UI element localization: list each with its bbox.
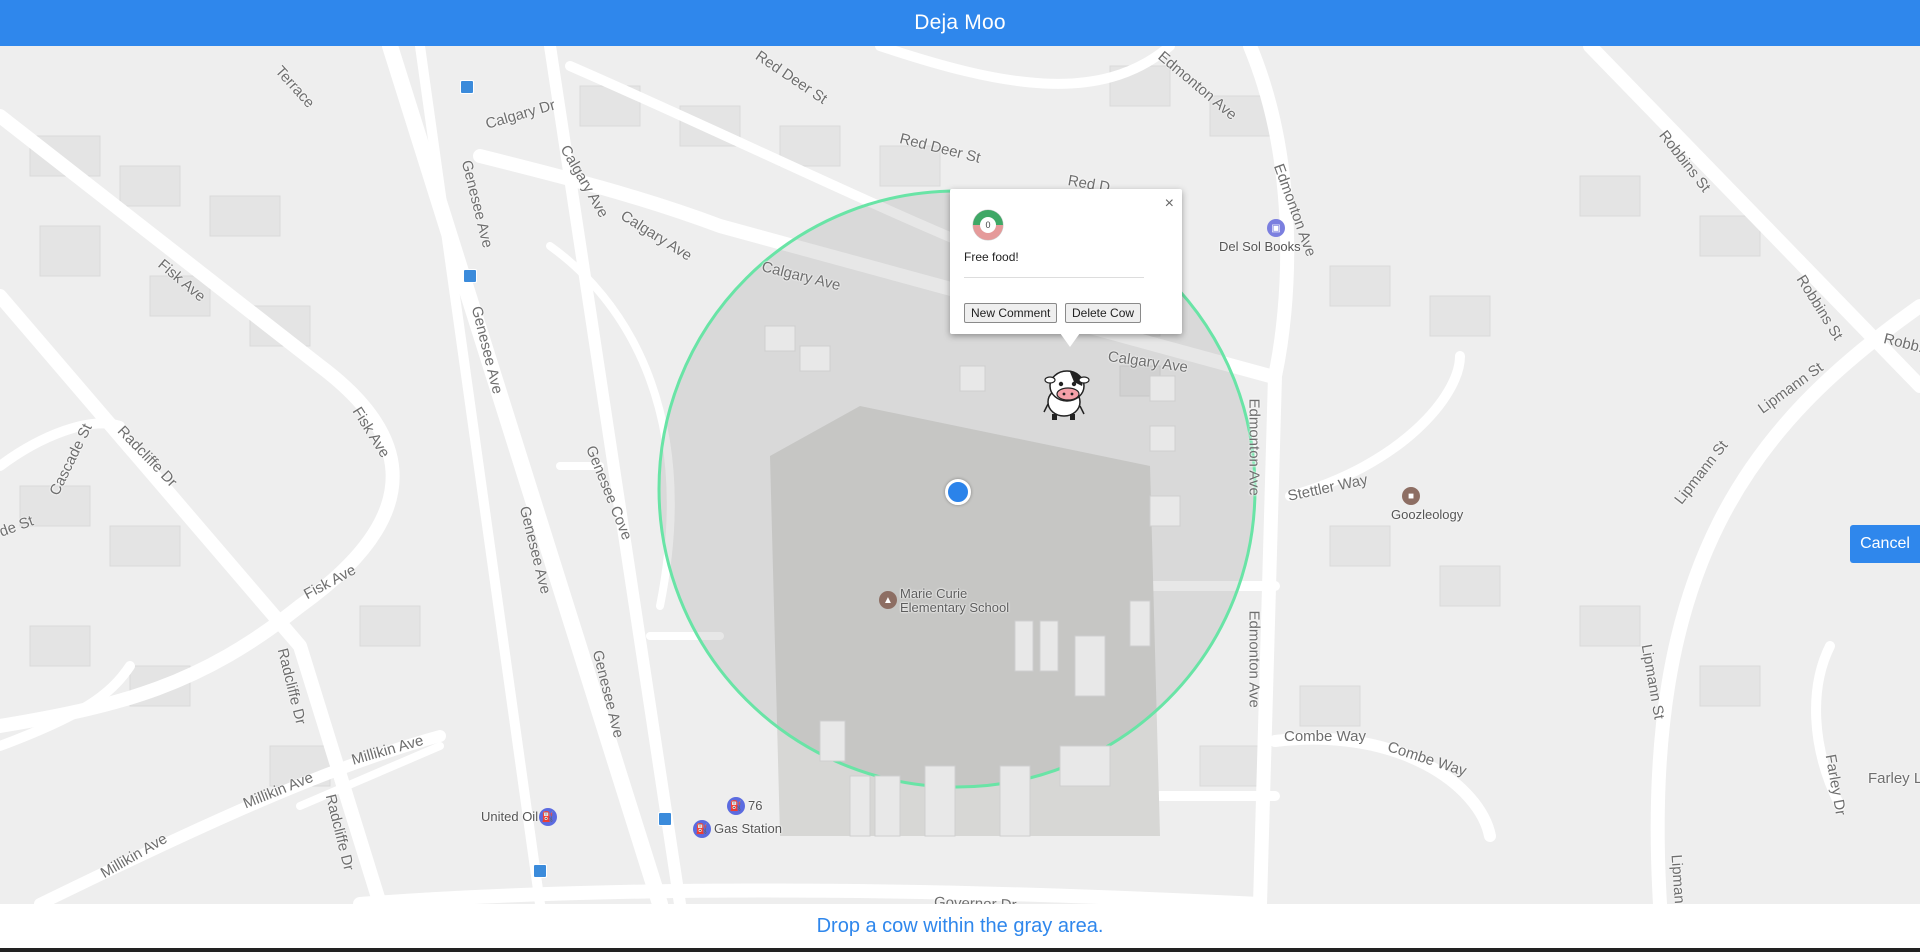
close-icon[interactable]: × xyxy=(1165,195,1174,213)
poi-goozleology[interactable]: Goozleology xyxy=(1391,508,1463,522)
instruction-bar: Drop a cow within the gray area. xyxy=(0,904,1920,948)
transit-stop-icon[interactable] xyxy=(658,812,672,826)
transit-stop-icon[interactable] xyxy=(463,269,477,283)
poi-school-name-line1[interactable]: Marie Curie xyxy=(900,587,967,601)
delete-cow-button[interactable]: Delete Cow xyxy=(1065,303,1142,323)
app-root: Deja Moo Terrace Calgary Dr Red Deer St … xyxy=(0,0,1920,952)
cancel-button[interactable]: Cancel xyxy=(1850,525,1920,563)
map-canvas[interactable]: Terrace Calgary Dr Red Deer St Red Deer … xyxy=(0,46,1920,904)
cow-info-window: × 0 Free food! New Comment Delete Cow xyxy=(950,189,1182,347)
avatar-count: 0 xyxy=(985,220,990,230)
street-network xyxy=(0,46,1920,904)
education-icon[interactable]: ■ xyxy=(1402,487,1420,505)
street-label: Edmonton Ave xyxy=(1245,398,1263,496)
gas-station-icon[interactable]: ⛽ xyxy=(693,820,711,838)
bottom-edge xyxy=(0,948,1920,952)
info-window-pointer xyxy=(1060,333,1080,347)
cow-marker-icon[interactable] xyxy=(1034,362,1096,424)
app-header: Deja Moo xyxy=(0,0,1920,46)
street-label: Edmonton Ave xyxy=(1245,610,1263,708)
instruction-text: Drop a cow within the gray area. xyxy=(816,914,1104,937)
poi-united-oil[interactable]: United Oil xyxy=(481,810,538,824)
transit-stop-icon[interactable] xyxy=(533,864,547,878)
cow-message-text: Free food! xyxy=(964,250,1019,264)
gas-station-icon[interactable]: ⛽ xyxy=(539,808,557,826)
poi-gas-station[interactable]: Gas Station xyxy=(714,822,782,836)
new-comment-button[interactable]: New Comment xyxy=(964,303,1058,323)
bookstore-icon[interactable]: ▣ xyxy=(1267,219,1285,237)
street-label: Governor Dr xyxy=(933,894,1017,904)
poi-school-name-line2[interactable]: Elementary School xyxy=(900,601,1009,615)
info-divider xyxy=(964,277,1144,278)
street-label: Combe Way xyxy=(1284,728,1366,745)
transit-stop-icon[interactable] xyxy=(460,80,474,94)
gas-station-icon[interactable]: ⛽ xyxy=(727,797,745,815)
poi-station-76[interactable]: 76 xyxy=(748,799,762,813)
app-title: Deja Moo xyxy=(914,11,1006,34)
poi-del-sol-books[interactable]: Del Sol Books xyxy=(1219,240,1301,254)
user-avatar-icon: 0 xyxy=(972,209,1004,241)
current-location-marker xyxy=(945,479,971,505)
school-icon[interactable]: ▲ xyxy=(879,591,897,609)
street-label: Farley Ln xyxy=(1868,770,1920,787)
